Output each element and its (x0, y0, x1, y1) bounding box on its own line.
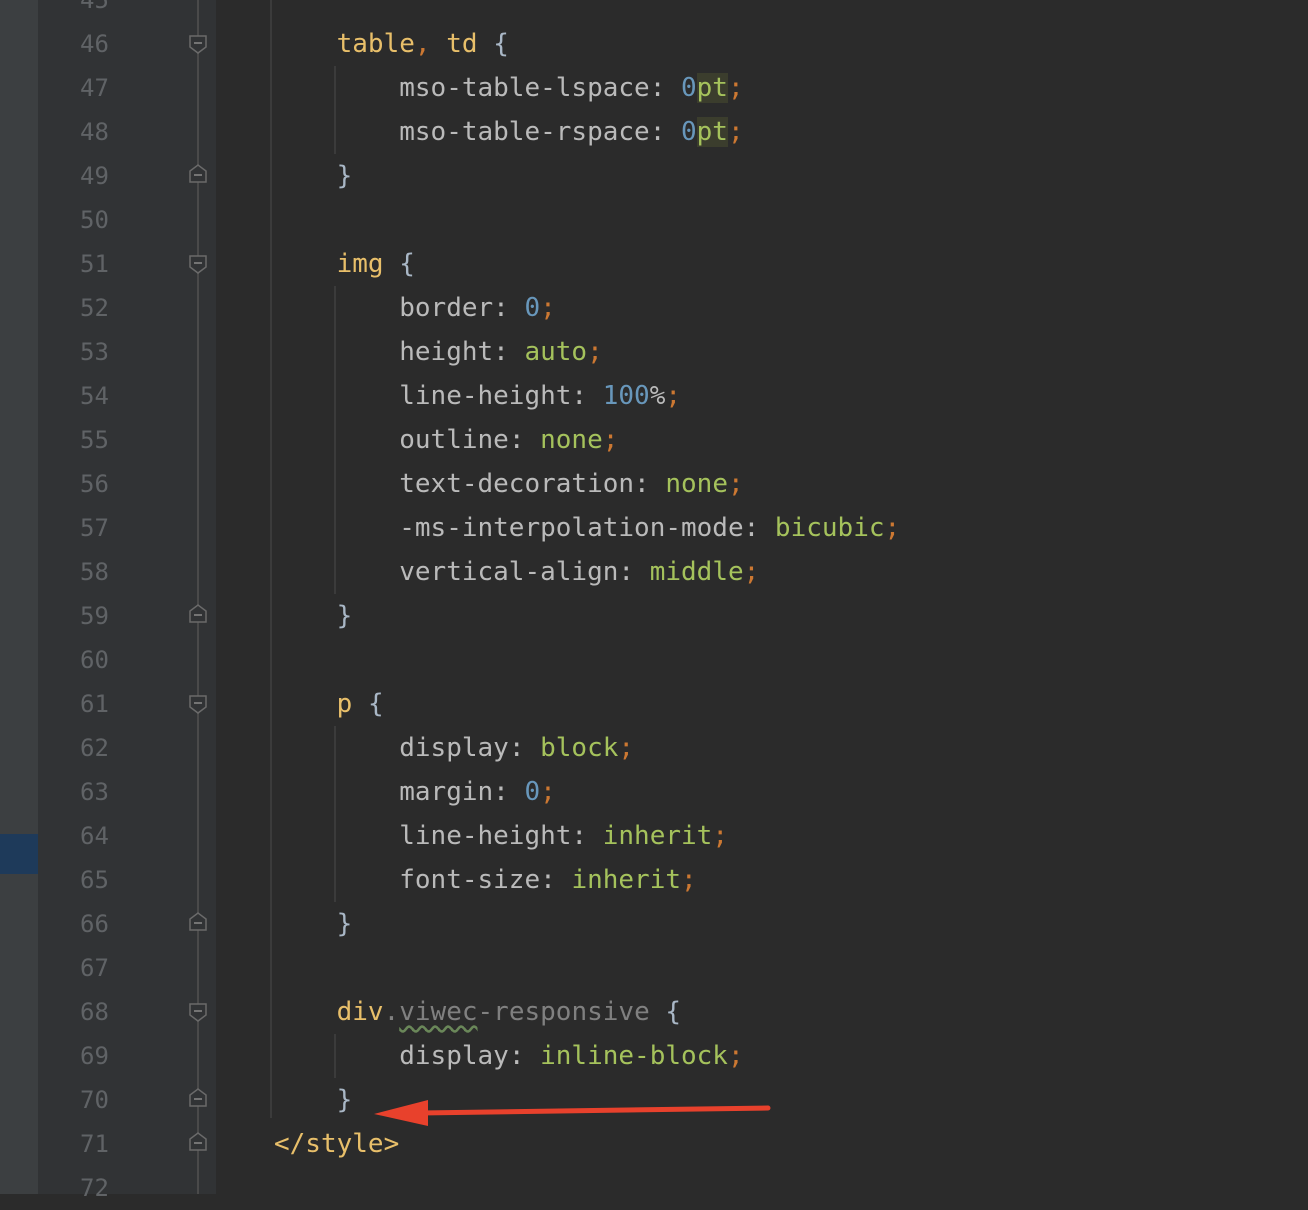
annotation-arrow-icon (374, 1100, 771, 1126)
